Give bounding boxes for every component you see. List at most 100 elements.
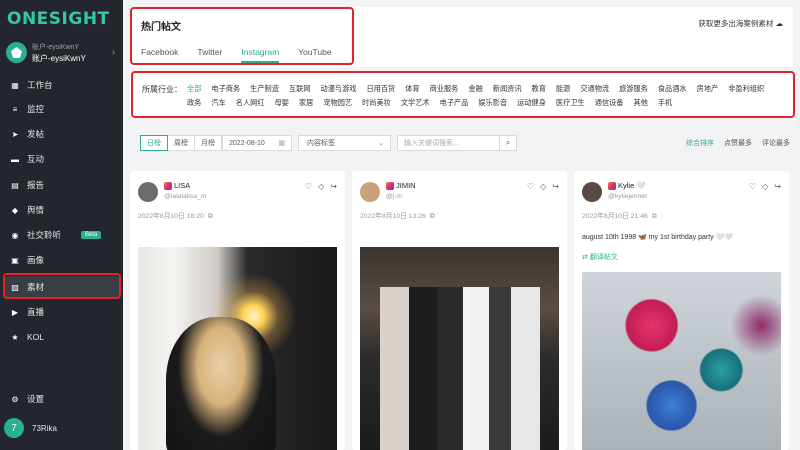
account-sub: 账户-eysiKwnY bbox=[32, 44, 80, 51]
chevron-down-icon: ⌄ bbox=[378, 140, 384, 147]
sort-option-1[interactable]: 点赞最多 bbox=[724, 138, 752, 148]
translate-button[interactable]: ⇄ 翻译帖文 bbox=[582, 252, 618, 262]
date-picker[interactable]: 2022-08-10 ▦ bbox=[222, 135, 292, 151]
period-option-0[interactable]: 日榜 bbox=[140, 135, 168, 151]
main-content: 热门帖文 获取更多出海案例素材 ☁ Facebook Twitter Insta… bbox=[123, 0, 800, 450]
copy-icon[interactable]: ⧉ bbox=[208, 213, 213, 220]
account-switcher[interactable]: 账户-eysiKwnY 账户-eysiKwnY › bbox=[4, 40, 119, 66]
post-handle: @kyliejenner bbox=[608, 193, 648, 200]
chat-icon: ▬ bbox=[11, 154, 19, 164]
post-date: 2022年8月10日 13:26 ⧉ bbox=[360, 213, 435, 220]
nav-item-kol[interactable]: ★ KOL bbox=[4, 326, 119, 348]
industry-option-1[interactable]: 汽车 bbox=[211, 98, 225, 108]
nav-item-monitor[interactable]: ≡ 监控 bbox=[4, 98, 119, 120]
industry-option-5[interactable]: 日用百货 bbox=[366, 84, 395, 94]
nav-item-listening[interactable]: ◉ 社交聆听 Beta bbox=[4, 224, 119, 246]
industry-option-3[interactable]: 母婴 bbox=[275, 98, 289, 108]
industry-option-9[interactable]: 新闻资讯 bbox=[493, 84, 522, 94]
search-icon[interactable]: ⌕ bbox=[499, 136, 516, 150]
instagram-icon bbox=[608, 182, 616, 190]
industry-option-0[interactable]: 全部 bbox=[187, 84, 201, 94]
page-title: 热门帖文 bbox=[141, 22, 181, 33]
post-image[interactable] bbox=[582, 272, 781, 450]
nav-item-settings[interactable]: ⚙ 设置 bbox=[4, 388, 119, 410]
industry-option-14[interactable]: 食品酒水 bbox=[658, 84, 687, 94]
post-card[interactable]: Kylie 🤍 @kyliejenner ♡ ◇ ↪ 2022年8月10日 21:4… bbox=[574, 171, 789, 450]
tag-icon[interactable]: ◇ bbox=[762, 182, 768, 191]
tab-youtube[interactable]: YouTube bbox=[298, 47, 331, 63]
industry-option-4[interactable]: 家居 bbox=[299, 98, 313, 108]
nav-item-workbench[interactable]: ▦ 工作台 bbox=[4, 74, 119, 96]
industry-option-5[interactable]: 宠物园艺 bbox=[323, 98, 352, 108]
industry-option-2[interactable]: 名人网红 bbox=[236, 98, 265, 108]
sort-option-0[interactable]: 综合排序 bbox=[686, 138, 714, 148]
copy-icon[interactable]: ⧉ bbox=[430, 213, 435, 220]
star-icon: ★ bbox=[11, 332, 19, 342]
post-image[interactable] bbox=[138, 247, 337, 450]
industry-option-1[interactable]: 电子商务 bbox=[211, 84, 240, 94]
sort-option-2[interactable]: 评论最多 bbox=[762, 138, 790, 148]
industry-filter-card: 所属行业： 全部 电子商务 生产制造 互联网 动漫与游戏 日用百货 体育 商业服务 金融 新闻资讯… bbox=[130, 73, 793, 118]
post-handle: @lalalalisa_m bbox=[164, 193, 207, 200]
industry-option-6[interactable]: 体育 bbox=[405, 84, 419, 94]
nav-item-interact[interactable]: ▬ 互动 bbox=[4, 148, 119, 170]
tab-facebook[interactable]: Facebook bbox=[141, 47, 178, 63]
industry-option-10[interactable]: 教育 bbox=[532, 84, 546, 94]
avatar bbox=[138, 182, 158, 202]
industry-option-6[interactable]: 时尚美妆 bbox=[362, 98, 391, 108]
nav-item-report[interactable]: ▤ 报告 bbox=[4, 174, 119, 196]
post-card[interactable]: LISA @lalalalisa_m ♡ ◇ ↪ 2022年8月10日 18:20 ⧉ bbox=[130, 171, 345, 450]
industry-option-7[interactable]: 文学艺术 bbox=[401, 98, 430, 108]
search-input[interactable]: 输入关键词搜索... ⌕ bbox=[397, 135, 517, 151]
heart-icon: 🤍 bbox=[636, 181, 646, 190]
industry-option-0[interactable]: 政务 bbox=[187, 98, 201, 108]
nav-item-live[interactable]: ▶ 直播 bbox=[4, 301, 119, 323]
copy-icon[interactable]: ⧉ bbox=[652, 213, 657, 220]
nav-item-portrait[interactable]: ▣ 画像 bbox=[4, 249, 119, 271]
nav-item-sentiment[interactable]: ◆ 舆情 bbox=[4, 199, 119, 221]
tab-twitter[interactable]: Twitter bbox=[197, 47, 222, 63]
heart-icon[interactable]: ♡ bbox=[527, 182, 534, 191]
heart-icon[interactable]: ♡ bbox=[305, 182, 312, 191]
tab-instagram[interactable]: Instagram bbox=[241, 47, 280, 63]
nav-item-material[interactable]: ▨ 素材 bbox=[4, 276, 119, 298]
period-option-1[interactable]: 周榜 bbox=[167, 135, 195, 151]
more-cases-link[interactable]: 获取更多出海案例素材 ☁ bbox=[698, 18, 783, 29]
post-date: 2022年8月10日 21:46 ⧉ bbox=[582, 213, 657, 220]
period-option-2[interactable]: 月榜 bbox=[194, 135, 222, 151]
industry-option-12[interactable]: 交通物流 bbox=[580, 84, 609, 94]
heart-icon[interactable]: ♡ bbox=[749, 182, 756, 191]
industry-option-8[interactable]: 金融 bbox=[468, 84, 482, 94]
industry-option-11[interactable]: 医疗卫生 bbox=[556, 98, 585, 108]
industry-option-15[interactable]: 房地产 bbox=[697, 84, 719, 94]
industry-row-1: 全部 电子商务 生产制造 互联网 动漫与游戏 日用百货 体育 商业服务 金融 新闻资讯 教育 能源 交通… bbox=[187, 84, 774, 94]
industry-option-9[interactable]: 娱乐影音 bbox=[478, 98, 507, 108]
share-icon[interactable]: ↪ bbox=[774, 182, 781, 191]
industry-option-8[interactable]: 电子产品 bbox=[440, 98, 469, 108]
user-profile[interactable]: 7 73Rika bbox=[4, 418, 57, 438]
share-icon[interactable]: ↪ bbox=[552, 182, 559, 191]
industry-option-16[interactable]: 非盈利组织 bbox=[728, 84, 764, 94]
monitor-icon: ≡ bbox=[12, 104, 18, 114]
translate-icon: ⇄ bbox=[582, 254, 588, 261]
industry-option-2[interactable]: 生产制造 bbox=[250, 84, 279, 94]
industry-option-11[interactable]: 能源 bbox=[556, 84, 570, 94]
app-logo[interactable]: ONESIGHT bbox=[7, 9, 110, 29]
tag-icon[interactable]: ◇ bbox=[318, 182, 324, 191]
industry-option-13[interactable]: 其他 bbox=[633, 98, 647, 108]
industry-option-7[interactable]: 商业服务 bbox=[430, 84, 459, 94]
industry-option-13[interactable]: 旅游服务 bbox=[619, 84, 648, 94]
industry-option-10[interactable]: 运动健身 bbox=[517, 98, 546, 108]
post-card[interactable]: JIMIN @j.m ♡ ◇ ↪ 2022年8月10日 13:26 ⧉ bbox=[352, 171, 567, 450]
post-image[interactable] bbox=[360, 247, 559, 450]
live-icon: ▶ bbox=[11, 307, 19, 317]
industry-option-3[interactable]: 互联网 bbox=[289, 84, 311, 94]
dashboard-icon: ▦ bbox=[11, 80, 19, 90]
share-icon[interactable]: ↪ bbox=[330, 182, 337, 191]
tag-icon[interactable]: ◇ bbox=[540, 182, 546, 191]
industry-option-14[interactable]: 手机 bbox=[658, 98, 672, 108]
industry-option-4[interactable]: 动漫与游戏 bbox=[321, 84, 357, 94]
nav-item-post[interactable]: ➤ 发帖 bbox=[4, 123, 119, 145]
industry-option-12[interactable]: 通信设备 bbox=[595, 98, 624, 108]
content-tag-select[interactable]: 内容标签 ⌄ bbox=[298, 135, 391, 151]
